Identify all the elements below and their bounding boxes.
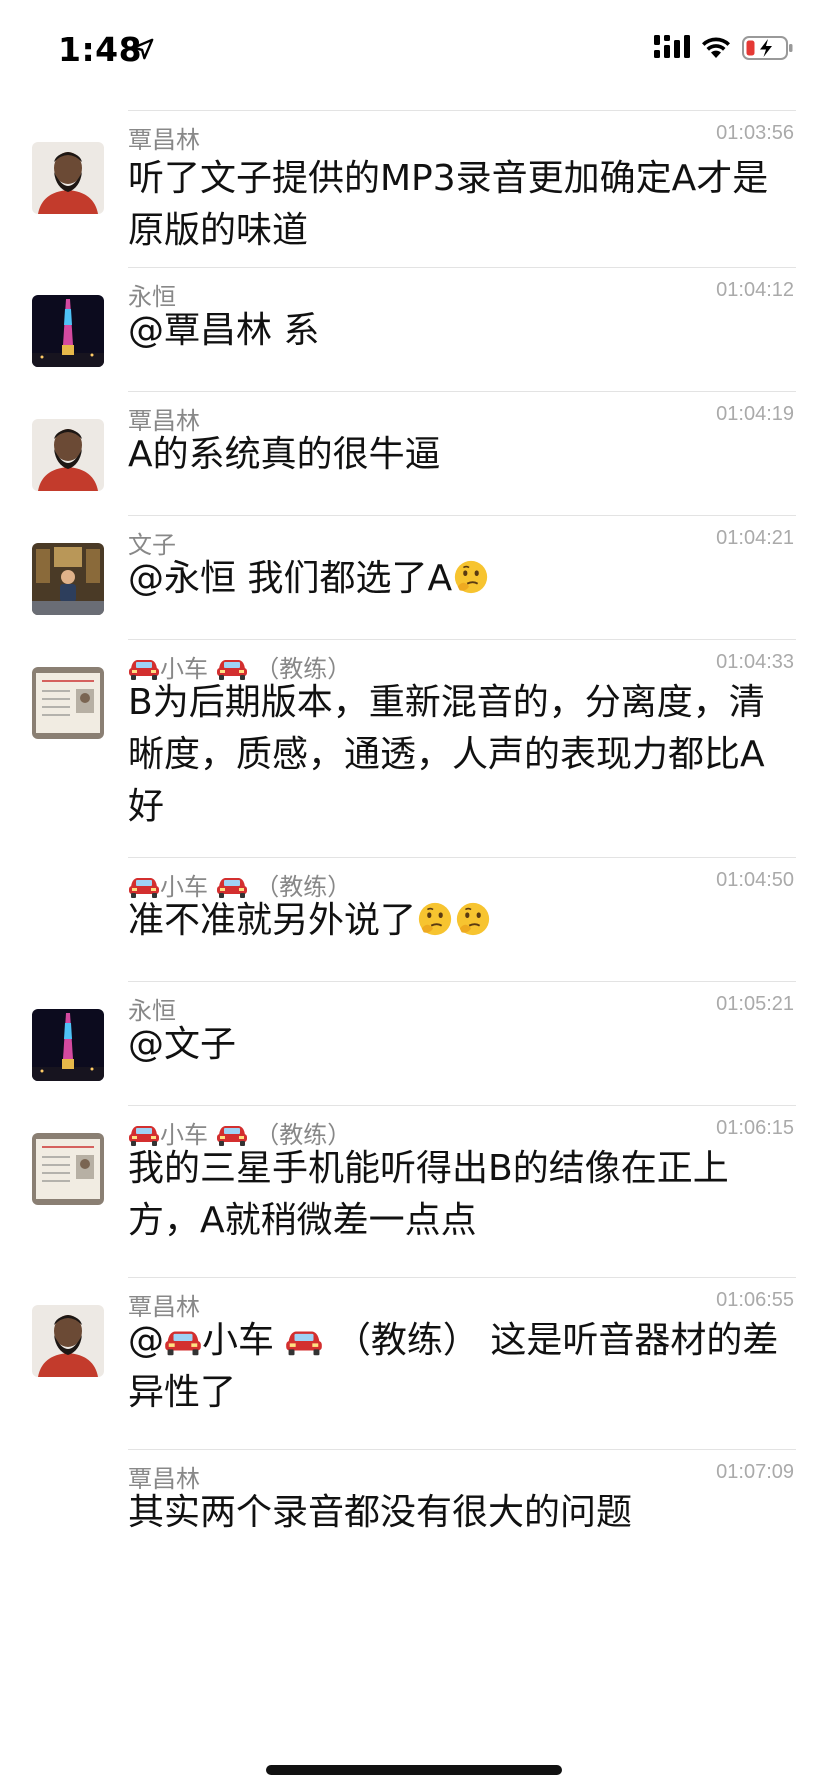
avatar[interactable] (32, 667, 104, 739)
avatar[interactable] (32, 1009, 104, 1081)
message-text: 我的三星手机能听得出B的结像在正上方，A就稍微差一点点 (128, 1148, 729, 1241)
battery-low-charging-icon (742, 36, 793, 60)
message-item: 小车 （教练） 01:06:15 我的三星手机能听得出B的结像在正上方，A就稍微… (0, 1105, 828, 1277)
message-item: 覃昌林 01:04:19 A的系统真的很牛逼 (0, 391, 828, 515)
signal-icon (654, 35, 690, 58)
message-divider (128, 981, 796, 982)
message-time: 01:05:21 (716, 993, 794, 1015)
message-item: 永恒 01:04:12 @覃昌林 系 (0, 267, 828, 391)
message-time: 01:04:19 (716, 403, 794, 425)
message-text: 听了文子提供的MP3录音更加确定A才是原版的味道 (128, 158, 769, 251)
message-divider (128, 857, 796, 858)
message-text: @文子 (128, 1024, 237, 1065)
message-divider (128, 515, 796, 516)
location-arrow-icon (132, 38, 154, 60)
thinking-face-emoji-icon (454, 895, 492, 947)
message-divider (128, 391, 796, 392)
message-item: 小车 （教练） 01:04:33 B为后期版本，重新混音的，分离度，清晰度，质感… (0, 639, 828, 857)
car-emoji-icon (285, 1315, 323, 1367)
message-divider (128, 110, 796, 111)
message-text: @覃昌林 系 (128, 310, 320, 351)
message-text: A的系统真的很牛逼 (128, 434, 441, 475)
home-indicator[interactable] (266, 1765, 562, 1775)
message-item: 小车 （教练） 01:04:50 准不准就另外说了 (0, 857, 828, 981)
message-divider (128, 1277, 796, 1278)
avatar[interactable] (32, 295, 104, 367)
message-text-body: @永恒 我们都选了A (128, 558, 453, 599)
thinking-face-emoji-icon (416, 895, 454, 947)
thinking-face-emoji-icon (452, 553, 490, 605)
message-divider (128, 1105, 796, 1106)
message-time: 01:04:33 (716, 651, 794, 673)
message-time: 01:03:56 (716, 122, 794, 144)
message-time: 01:06:15 (716, 1117, 794, 1139)
message-divider (128, 1449, 796, 1450)
message-text: B为后期版本，重新混音的，分离度，清晰度，质感，通透，人声的表现力都比A好 (128, 682, 765, 827)
status-time: 1:48 (58, 30, 143, 69)
message-item: 覃昌林 01:03:56 听了文子提供的MP3录音更加确定A才是原版的味道 (0, 110, 828, 282)
message-time: 01:04:21 (716, 527, 794, 549)
avatar[interactable] (32, 142, 104, 214)
message-time: 01:04:50 (716, 869, 794, 891)
message-text-body: 准不准就另外说了 (128, 900, 417, 941)
message-time: 01:04:12 (716, 279, 794, 301)
avatar[interactable] (32, 419, 104, 491)
wifi-icon (702, 37, 730, 58)
car-emoji-icon (164, 1315, 202, 1367)
message-text: @永恒 我们都选了A (128, 553, 794, 605)
mention-prefix: @ (128, 1320, 164, 1361)
message-text: 准不准就另外说了 (128, 895, 794, 947)
message-item: 文子 01:04:21 @永恒 我们都选了A (0, 515, 828, 639)
message-text: 其实两个录音都没有很大的问题 (128, 1492, 633, 1533)
sender-name: 覃昌林 (128, 126, 200, 154)
message-time: 01:07:09 (716, 1461, 794, 1483)
message-divider (128, 639, 796, 640)
message-item: 永恒 01:05:21 @文子 (0, 981, 828, 1105)
message-text: @ 小车 （教练） 这是听音器材的差异性了 (128, 1315, 794, 1419)
message-time: 01:06:55 (716, 1289, 794, 1311)
avatar[interactable] (32, 543, 104, 615)
status-bar: 1:48 (0, 0, 828, 96)
message-divider (128, 267, 796, 268)
message-item: 覃昌林 01:06:55 @ 小车 （教练） 这是听音器材的差异性了 (0, 1277, 828, 1449)
mention-name: 小车 (202, 1320, 275, 1361)
message-item: 覃昌林 01:07:09 其实两个录音都没有很大的问题 (0, 1449, 828, 1573)
avatar[interactable] (32, 1133, 104, 1205)
avatar[interactable] (32, 1305, 104, 1377)
